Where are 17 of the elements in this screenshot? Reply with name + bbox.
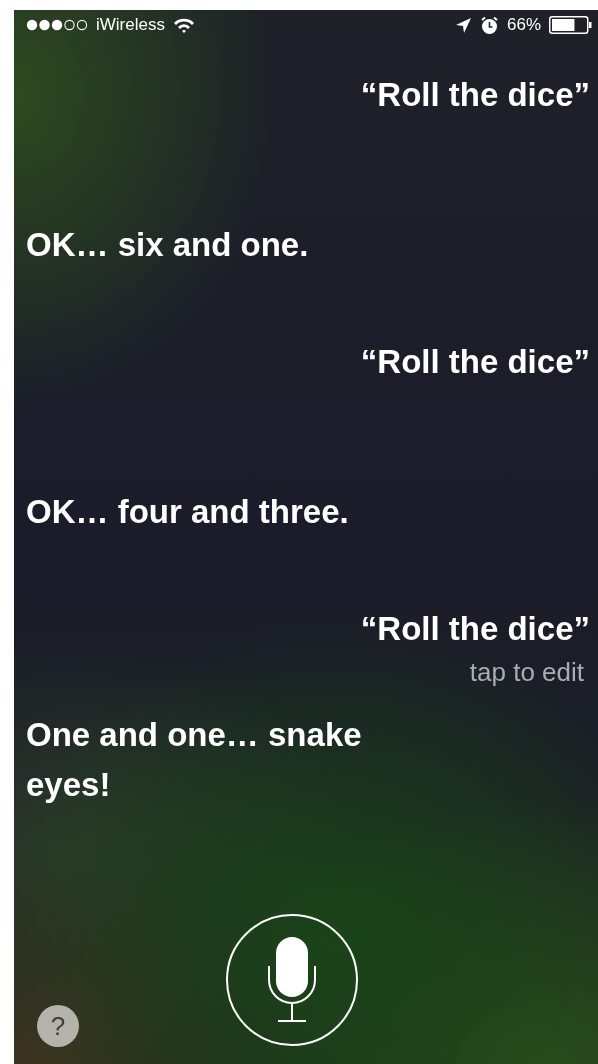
microphone-button[interactable] [226, 914, 358, 1046]
assistant-response: OK… six and one. [26, 225, 310, 265]
microphone-icon [267, 936, 317, 1024]
location-arrow-icon [454, 16, 472, 34]
battery-icon [549, 16, 592, 34]
signal-strength-icon [26, 19, 88, 31]
carrier-name: iWireless [96, 15, 165, 35]
assistant-response: One and one… snake eyes! [26, 715, 363, 805]
tap-to-edit-hint[interactable]: tap to edit [469, 657, 584, 687]
assistant-response: OK… four and three. [26, 492, 350, 532]
user-request: “Roll the dice” [360, 342, 590, 382]
alarm-clock-icon [479, 15, 499, 35]
user-request: “Roll the dice” [360, 75, 590, 115]
wifi-icon [172, 17, 195, 33]
user-request: “Roll the dice” [360, 609, 590, 649]
battery-percentage: 66% [506, 15, 541, 35]
help-button[interactable]: ? [37, 1005, 79, 1047]
